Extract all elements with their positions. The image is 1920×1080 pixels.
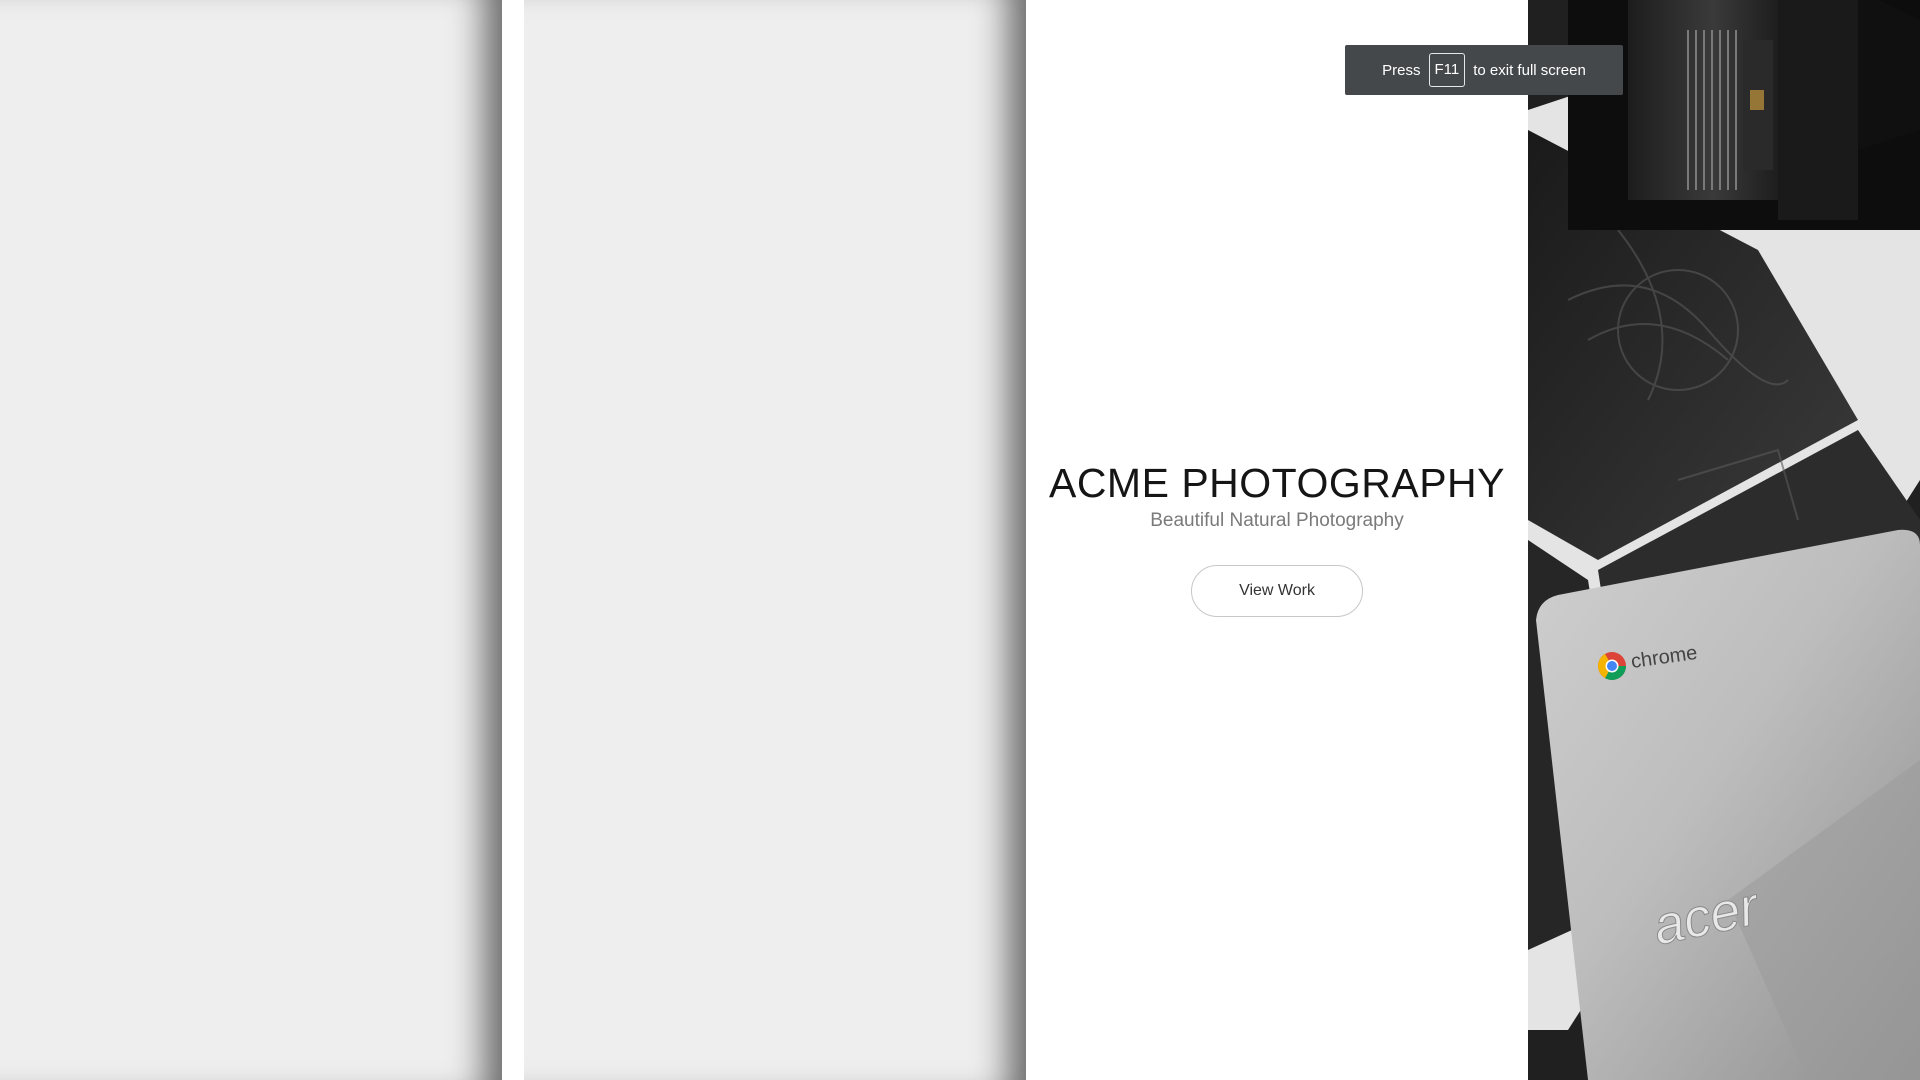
hero-section: ACME PHOTOGRAPHY Beautiful Natural Photo… [1026, 0, 1528, 1080]
grey-slat-panel-middle [524, 0, 1026, 1080]
f11-key-badge: F11 [1428, 53, 1466, 87]
toast-suffix: to exit full screen [1473, 61, 1586, 79]
site-title: ACME PHOTOGRAPHY [1048, 460, 1506, 506]
site-tagline: Beautiful Natural Photography [1150, 510, 1404, 531]
slat-gap [502, 0, 524, 1080]
fullscreen-page: ACME PHOTOGRAPHY Beautiful Natural Photo… [0, 0, 1920, 1080]
chrome-logo-icon [1598, 652, 1626, 680]
fullscreen-exit-toast: Press F11 to exit full screen [1345, 45, 1623, 95]
grey-slat-panel-left [0, 0, 502, 1080]
camera-lens-icon [1568, 0, 1920, 230]
hero-photo: chrome acer [1528, 0, 1920, 1080]
laptop-lid: chrome acer [1536, 529, 1920, 1080]
toast-prefix: Press [1382, 61, 1421, 79]
view-work-button[interactable]: View Work [1191, 565, 1363, 617]
